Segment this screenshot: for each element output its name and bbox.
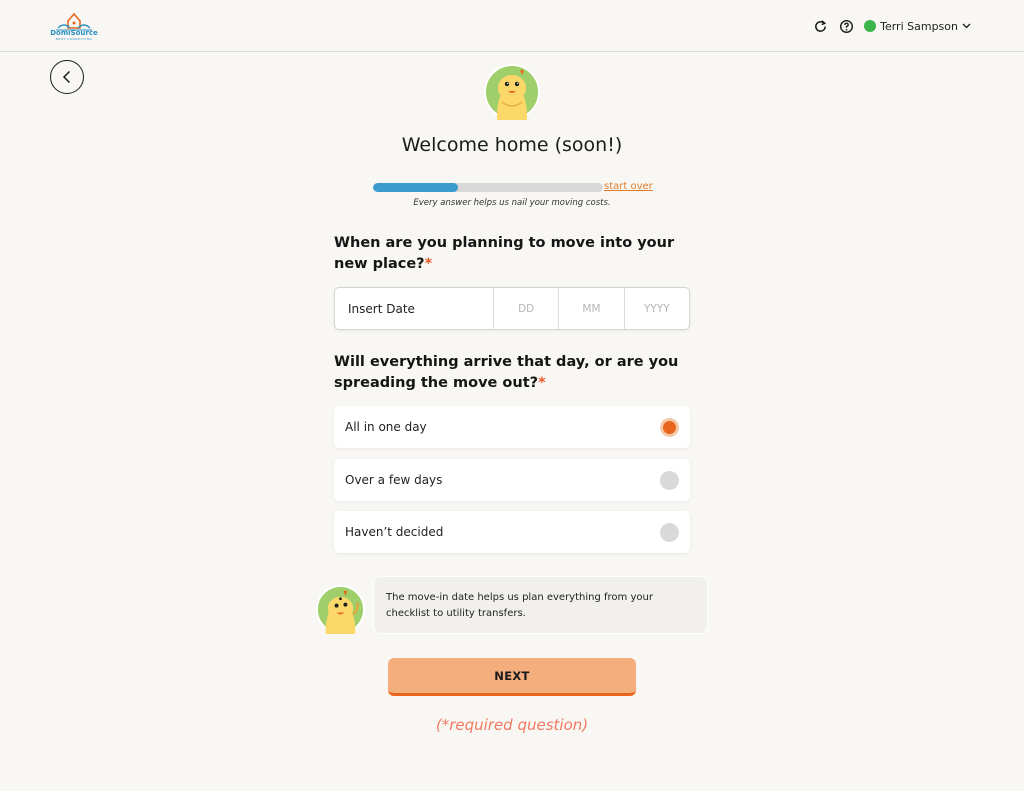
logo[interactable]: DomiSource NEXT CONNECTING: [50, 9, 98, 43]
question-move-date: When are you planning to move into your …: [334, 233, 694, 275]
logo-name: DomiSource: [50, 29, 98, 37]
option-label: Haven’t decided: [345, 525, 444, 539]
progress-fill: [373, 183, 459, 192]
start-over-link[interactable]: start over: [604, 181, 653, 192]
progress-bar: [373, 183, 603, 192]
back-button[interactable]: [50, 60, 84, 94]
option-label: All in one day: [345, 420, 427, 434]
date-input: Insert Date DD MM YYYY: [334, 287, 690, 330]
chevron-down-icon[interactable]: [962, 21, 972, 31]
month-field[interactable]: MM: [559, 288, 625, 329]
house-logo-icon: [56, 12, 92, 31]
page-title: Welcome home (soon!): [401, 134, 623, 156]
required-note: (*required question): [435, 716, 589, 734]
required-mark: *: [538, 375, 546, 391]
tip-bubble: The move-in date helps us plan everythin…: [373, 576, 708, 634]
logo-tagline: NEXT CONNECTING: [55, 37, 93, 41]
option-label: Over a few days: [345, 473, 443, 487]
top-bar: DomiSource NEXT CONNECTING Terri Sampson: [0, 0, 1024, 52]
required-mark: *: [424, 256, 433, 272]
online-status-dot: [864, 20, 877, 32]
chevron-left-icon: [62, 70, 71, 84]
question-move-span: Will everything arrive that day, or are …: [334, 352, 694, 394]
date-input-label[interactable]: Insert Date: [335, 288, 494, 329]
mascot-avatar: [484, 64, 540, 120]
radio-button[interactable]: [660, 417, 679, 437]
progress-note: Every answer helps us nail your moving c…: [413, 198, 611, 208]
option-over-a-few-days[interactable]: Over a few days: [334, 459, 690, 501]
day-field[interactable]: DD: [494, 288, 560, 329]
radio-button[interactable]: [660, 522, 679, 542]
radio-button[interactable]: [660, 470, 679, 490]
help-icon[interactable]: [838, 18, 854, 34]
next-button[interactable]: NEXT: [388, 658, 636, 696]
option-havent-decided[interactable]: Haven’t decided: [334, 511, 690, 553]
option-all-in-one-day[interactable]: All in one day: [334, 406, 690, 448]
refresh-icon[interactable]: [812, 18, 828, 34]
mascot-tip-avatar: [316, 585, 365, 634]
question-text: Will everything arrive that day, or are …: [334, 354, 679, 391]
question-text: When are you planning to move into your …: [334, 235, 675, 272]
user-area: Terri Sampson: [812, 17, 972, 35]
year-field[interactable]: YYYY: [625, 288, 689, 329]
user-name[interactable]: Terri Sampson: [880, 20, 958, 33]
